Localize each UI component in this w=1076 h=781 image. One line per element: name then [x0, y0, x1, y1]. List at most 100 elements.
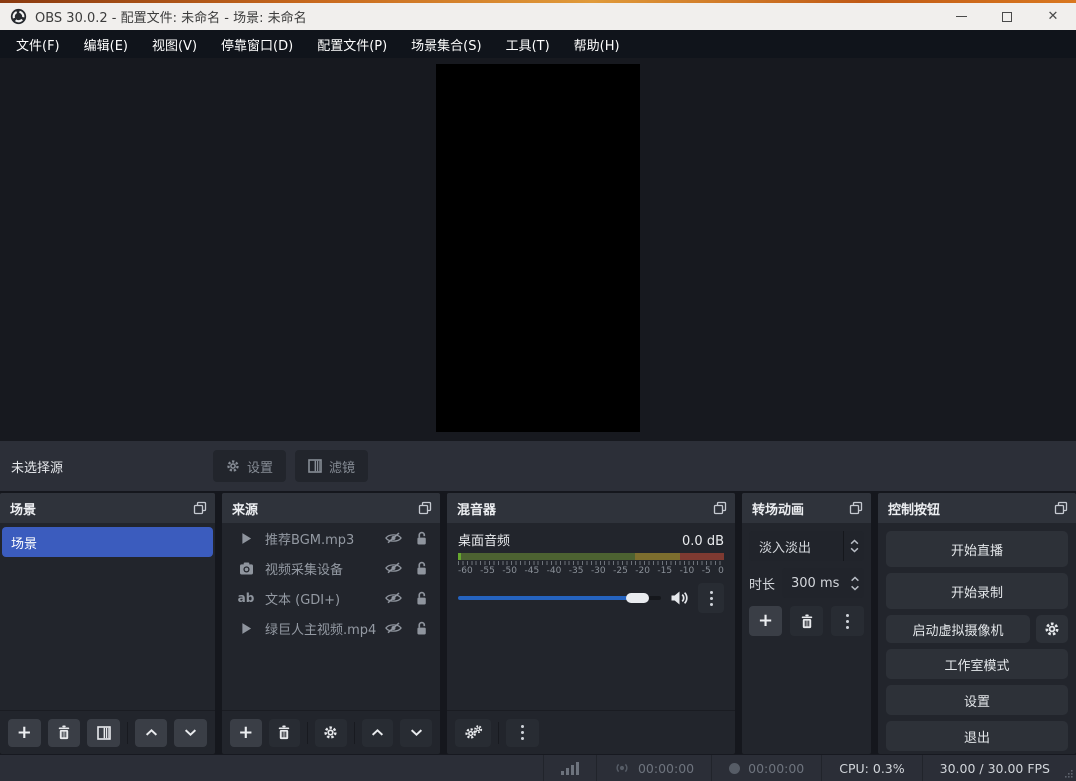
- mixer-panel-title: 混音器: [457, 502, 497, 518]
- visibility-hidden-icon[interactable]: [385, 562, 402, 574]
- statusbar: 00:00:00 00:00:00 CPU: 0.3% 30.00 / 30.0…: [0, 754, 1076, 781]
- menu-docks[interactable]: 停靠窗口(D): [209, 30, 305, 58]
- media-source-icon: [236, 622, 256, 635]
- speaker-icon[interactable]: [670, 590, 689, 606]
- start-virtual-camera-button[interactable]: 启动虚拟摄像机: [886, 615, 1030, 643]
- double-gear-icon: [464, 725, 482, 739]
- fps-indicator: 30.00 / 30.00 FPS: [921, 755, 1076, 781]
- toolbar-separator: [498, 721, 499, 744]
- source-filters-button[interactable]: 滤镜: [295, 450, 369, 482]
- move-source-up-button[interactable]: [361, 718, 394, 747]
- filters-icon: [96, 725, 111, 740]
- minimize-button[interactable]: [938, 3, 984, 30]
- chevron-up-icon: [850, 575, 859, 581]
- window-controls: ✕: [938, 3, 1076, 30]
- video-canvas[interactable]: [436, 64, 640, 432]
- remove-source-button[interactable]: [268, 718, 301, 747]
- close-button[interactable]: ✕: [1030, 3, 1076, 30]
- menu-file[interactable]: 文件(F): [4, 30, 72, 58]
- menu-help[interactable]: 帮助(H): [562, 30, 632, 58]
- move-source-down-button[interactable]: [400, 718, 432, 747]
- transition-menu-button[interactable]: [831, 606, 864, 636]
- controls-panel-title: 控制按钮: [888, 502, 941, 518]
- filters-icon: [308, 459, 322, 473]
- start-recording-button[interactable]: 开始录制: [886, 573, 1068, 609]
- menu-edit[interactable]: 编辑(E): [72, 30, 140, 58]
- controls-body: 开始直播 开始录制 启动虚拟摄像机 工作室模式 设置 退出: [878, 523, 1076, 754]
- virtual-camera-settings-button[interactable]: [1036, 615, 1068, 643]
- lock-open-icon[interactable]: [415, 531, 428, 546]
- broadcast-icon: [616, 763, 628, 773]
- lock-open-icon[interactable]: [415, 561, 428, 576]
- studio-mode-button[interactable]: 工作室模式: [886, 649, 1068, 679]
- preview-area[interactable]: [0, 58, 1076, 441]
- sources-panel-header: 来源: [222, 493, 440, 523]
- move-scene-up-button[interactable]: [134, 718, 168, 747]
- transition-select[interactable]: 淡入淡出: [749, 531, 864, 561]
- trash-icon: [58, 725, 70, 740]
- transition-selected-value: 淡入淡出: [759, 540, 812, 556]
- menu-profile[interactable]: 配置文件(P): [305, 30, 399, 58]
- connection-strength: [542, 755, 596, 781]
- popout-icon[interactable]: [1054, 501, 1068, 515]
- scenes-toolbar: +: [0, 710, 215, 754]
- duration-spinbox[interactable]: 300 ms: [782, 568, 864, 598]
- source-row[interactable]: 绿巨人主视频.mp4: [222, 613, 440, 643]
- exit-button[interactable]: 退出: [886, 721, 1068, 751]
- spinbox-arrows[interactable]: [845, 568, 864, 598]
- fps-value: 30.00 / 30.00 FPS: [939, 760, 1050, 776]
- source-context-toolbar: 未选择源 设置 滤镜: [0, 441, 1076, 491]
- menu-scene-collection[interactable]: 场景集合(S): [399, 30, 493, 58]
- lock-open-icon[interactable]: [415, 621, 428, 636]
- add-scene-button[interactable]: +: [8, 718, 41, 747]
- add-source-button[interactable]: +: [230, 718, 262, 747]
- mixer-channel-menu-button[interactable]: [698, 583, 724, 613]
- popout-icon[interactable]: [418, 501, 432, 515]
- volume-slider-handle[interactable]: [625, 593, 649, 603]
- combo-arrows[interactable]: [843, 531, 864, 561]
- source-properties-button[interactable]: 设置: [213, 450, 287, 482]
- duration-value: 300 ms: [791, 575, 840, 591]
- maximize-button[interactable]: [984, 3, 1030, 30]
- scene-filters-button[interactable]: [87, 718, 120, 747]
- chevron-up-icon: [145, 728, 157, 736]
- lock-open-icon[interactable]: [415, 591, 428, 606]
- scenes-list: 场景: [0, 523, 215, 710]
- plus-icon: +: [757, 610, 774, 631]
- advanced-audio-button[interactable]: [455, 718, 491, 747]
- source-row[interactable]: 视频采集设备: [222, 553, 440, 583]
- source-row[interactable]: 推荐BGM.mp3: [222, 523, 440, 553]
- mixer-menu-button[interactable]: [506, 718, 539, 747]
- cpu-usage-value: CPU: 0.3%: [839, 760, 905, 776]
- meter-level-indicator: [458, 553, 461, 560]
- record-time-value: 00:00:00: [748, 760, 805, 776]
- source-row[interactable]: ab 文本 (GDI+): [222, 583, 440, 613]
- sources-toolbar: +: [222, 710, 440, 754]
- meter-tick-labels: -60 -55 -50 -45 -40 -35 -30 -25 -20 -15 -10 -5 0: [458, 566, 724, 576]
- signal-bars-icon: [560, 761, 579, 775]
- start-streaming-button[interactable]: 开始直播: [886, 531, 1068, 567]
- transitions-body: 淡入淡出 时长 300 ms +: [742, 523, 871, 754]
- volume-slider[interactable]: [458, 593, 661, 603]
- visibility-hidden-icon[interactable]: [385, 532, 402, 544]
- popout-icon[interactable]: [713, 501, 727, 515]
- mixer-body: 桌面音频 0.0 dB -60 -55 -50 -45 -40 -35 -30 -25 -20-…: [447, 523, 735, 710]
- chevron-up-icon: [850, 539, 858, 545]
- remove-scene-button[interactable]: [47, 718, 81, 747]
- menu-tools[interactable]: 工具(T): [494, 30, 562, 58]
- source-properties-toolbar-button[interactable]: [315, 718, 347, 747]
- sources-panel-title: 来源: [232, 502, 259, 518]
- scene-list-item[interactable]: 场景: [2, 527, 213, 557]
- settings-button[interactable]: 设置: [886, 685, 1068, 715]
- popout-icon[interactable]: [193, 501, 207, 515]
- trash-icon: [279, 725, 290, 740]
- add-transition-button[interactable]: +: [749, 606, 782, 636]
- visibility-hidden-icon[interactable]: [385, 622, 402, 634]
- menu-view[interactable]: 视图(V): [140, 30, 209, 58]
- popout-icon[interactable]: [849, 501, 863, 515]
- resize-grip[interactable]: [1063, 768, 1074, 779]
- visibility-hidden-icon[interactable]: [385, 592, 402, 604]
- remove-transition-button[interactable]: [790, 606, 823, 636]
- move-scene-down-button[interactable]: [174, 718, 208, 747]
- mixer-panel-header: 混音器: [447, 493, 735, 523]
